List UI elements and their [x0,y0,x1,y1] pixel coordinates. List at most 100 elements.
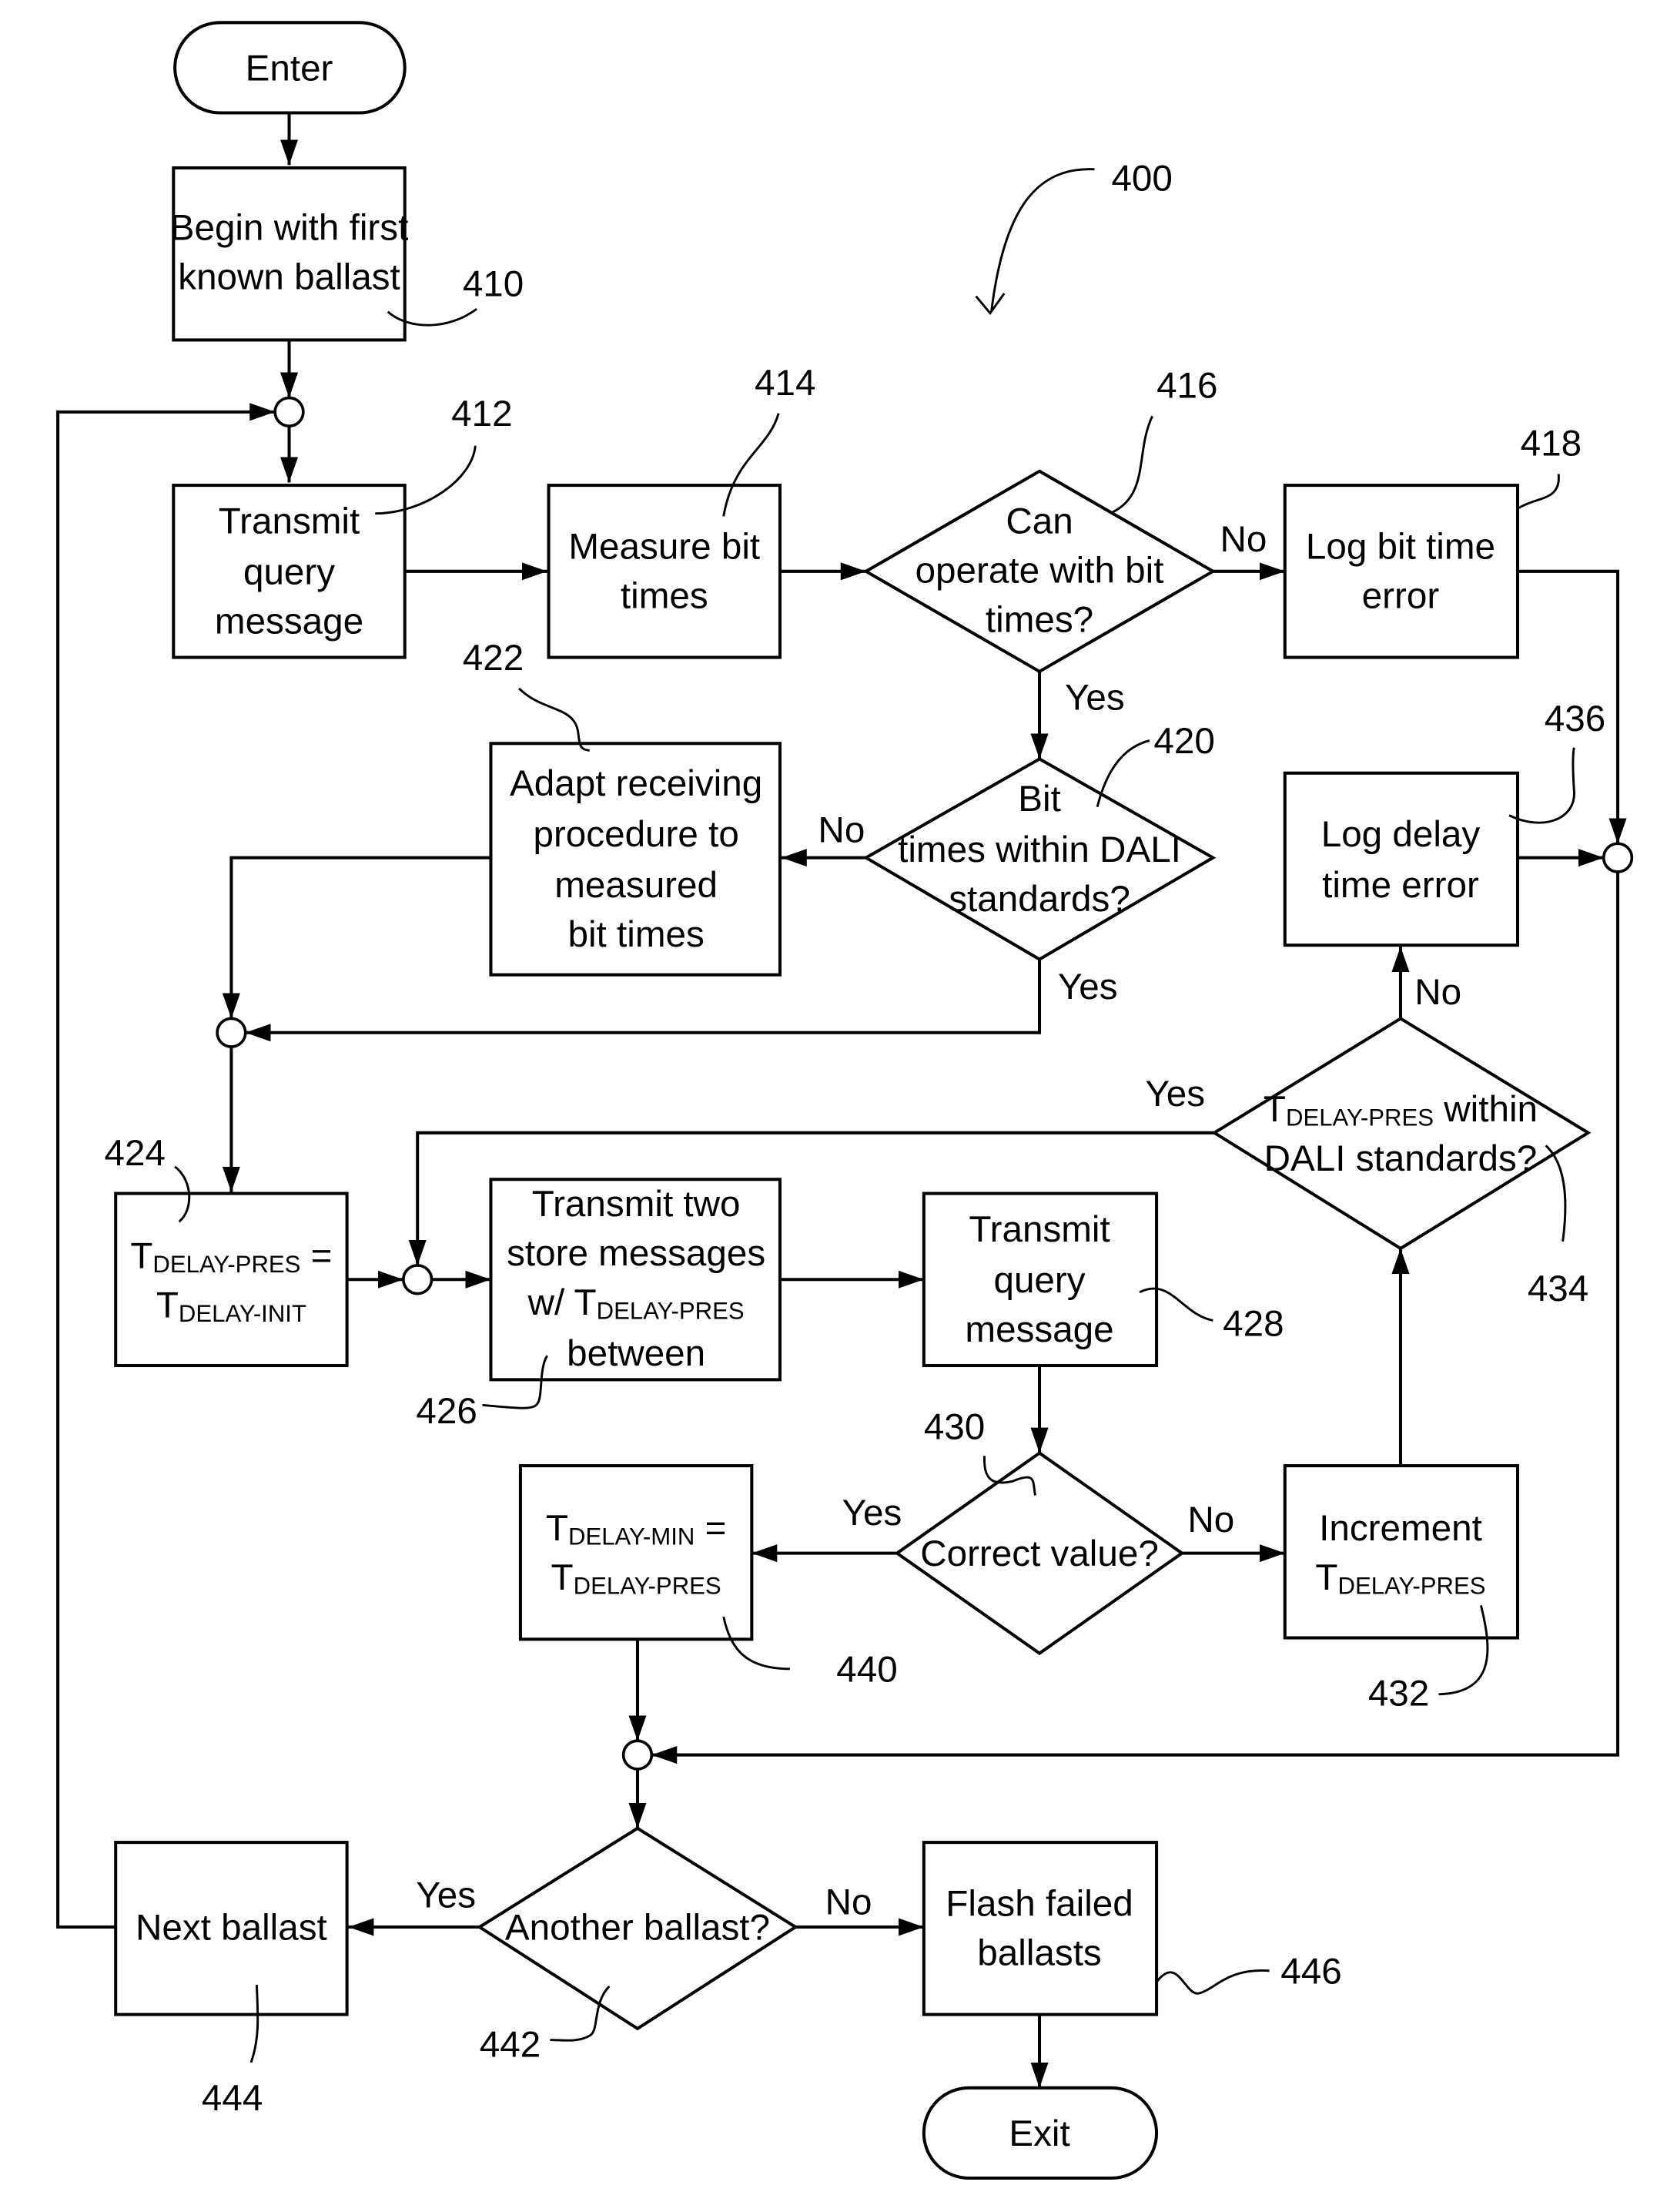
decision-416-yes-label: Yes [1065,677,1125,718]
step-424-box [114,1191,349,1368]
step-444: Next ballast 444 [114,1841,349,2119]
decision-434: TDELAY-PRES within DALI standards? 434 Y… [1145,972,1592,1309]
step-414-box [547,484,782,659]
step-410-ref: 410 [463,264,524,305]
decision-420: Bit times within DALI standards? 420 No … [818,721,1217,1007]
step-418-ref: 418 [1521,424,1582,464]
step-428-line-1: Transmit [969,1209,1110,1250]
step-428: Transmit query message 428 [922,1191,1284,1368]
figure-reference-arrowhead [975,293,1006,316]
step-422-ref: 422 [463,638,524,679]
flowchart-400: 400 Enter Begin with first known ballast… [56,21,1634,2180]
step-424-ref: 424 [105,1133,166,1174]
junction-top [273,396,305,427]
step-410-line-2: known ballast [178,256,400,297]
terminal-enter: Enter [173,21,407,115]
step-412-ref: 412 [451,394,512,434]
step-428-line-3: message [965,1309,1113,1350]
step-428-line-2: query [993,1260,1085,1301]
step-446-leader [1155,1969,1270,1995]
decision-430-ref: 430 [924,1406,985,1447]
terminal-enter-label: Enter [246,48,333,89]
terminal-exit: Exit [922,2086,1159,2180]
decision-420-line-3: standards? [949,879,1130,920]
decision-416-line-3: times? [986,600,1093,641]
step-426-line-1: Transmit two [532,1184,741,1225]
decision-434-no-label: No [1414,972,1461,1013]
step-418-leader [1518,474,1560,509]
decision-442-ref: 442 [480,2025,541,2066]
decision-434-yes-label: Yes [1145,1074,1205,1114]
step-410-line-1: Begin with first [170,207,409,248]
step-446: Flash failed ballasts 446 [922,1841,1342,2016]
decision-442: Another ballast? 442 Yes No [416,1826,872,2066]
decision-420-no-label: No [818,809,865,850]
step-414-ref: 414 [755,363,815,404]
edge-422-to-left-junction [222,856,491,1019]
step-426-line-2: store messages [507,1233,765,1274]
step-410-box [172,166,407,342]
step-424: TDELAY-PRES = TDELAY-INIT 424 [105,1133,349,1368]
decision-434-ref: 434 [1528,1269,1588,1309]
step-418-line-1: Log bit time [1306,526,1495,567]
step-426: Transmit two store messages w/ TDELAY-PR… [416,1178,782,1432]
decision-416-no-label: No [1220,519,1267,560]
step-436-box [1283,771,1520,947]
decision-416-leader [1112,415,1153,514]
decision-416-ref: 416 [1156,366,1217,407]
decision-420-ref: 420 [1153,721,1214,762]
step-440: TDELAY-MIN = TDELAY-PRES 440 [518,1464,898,1690]
step-412-line-2: query [243,551,335,592]
step-410: Begin with first known ballast 410 [170,166,524,342]
decision-420-yes-label: Yes [1058,967,1118,1007]
step-432: Increment TDELAY-PRES 432 [1283,1464,1520,1714]
junction-delay-loop [402,1264,433,1295]
step-422-line-3: measured [554,865,718,906]
step-440-ref: 440 [836,1649,897,1690]
decision-416-line-2: operate with bit [915,550,1164,591]
step-414: Measure bit times 414 [547,363,815,659]
step-414-line-2: times [621,575,708,616]
step-412-line-3: message [215,601,363,642]
decision-416: Can operate with bit times? 416 No Yes [862,366,1267,718]
junction-right [1602,842,1634,873]
decision-442-yes-label: Yes [416,1875,476,1915]
step-422-leader [518,687,590,752]
decision-434-line-2: DALI standards? [1264,1138,1538,1179]
junction-bottom [621,1739,654,1771]
step-446-line-1: Flash failed [946,1883,1133,1924]
step-446-box [922,1841,1159,2016]
step-412: Transmit query message 412 [172,394,513,659]
decision-434-leader [1545,1145,1567,1242]
step-426-ref: 426 [416,1391,477,1432]
step-428-ref: 428 [1223,1304,1284,1345]
step-436-line-1: Log delay [1321,814,1481,855]
decision-430-yes-label: Yes [842,1493,902,1533]
step-418-box [1283,484,1520,659]
step-422-line-2: procedure to [533,814,738,855]
junction-left [216,1017,247,1048]
step-426-line-4: between [567,1333,705,1374]
step-436-ref: 436 [1545,699,1605,739]
step-432-ref: 432 [1368,1673,1429,1714]
decision-430-no-label: No [1187,1500,1234,1540]
step-422-line-1: Adapt receiving [510,763,762,804]
figure-reference-number: 400 [1111,158,1172,199]
step-444-label: Next ballast [136,1907,327,1948]
step-440-box [518,1464,754,1641]
decision-442-no-label: No [825,1882,872,1923]
step-422: Adapt receiving procedure to measured bi… [463,638,782,977]
decision-416-line-1: Can [1006,501,1073,541]
step-418-line-2: error [1362,575,1440,616]
decision-430-label: Correct value? [920,1533,1159,1574]
step-436: Log delay time error 436 [1283,699,1605,947]
terminal-exit-label: Exit [1009,2113,1069,2154]
decision-420-line-1: Bit [1018,779,1061,819]
figure-reference: 400 [975,158,1173,316]
step-446-ref: 446 [1280,1951,1341,1992]
step-444-ref: 444 [202,2078,263,2119]
decision-434-diamond [1211,1017,1592,1251]
step-446-line-2: ballasts [977,1932,1101,1973]
decision-420-line-2: times within DALI [898,830,1181,870]
step-412-line-1: Transmit [219,501,360,541]
